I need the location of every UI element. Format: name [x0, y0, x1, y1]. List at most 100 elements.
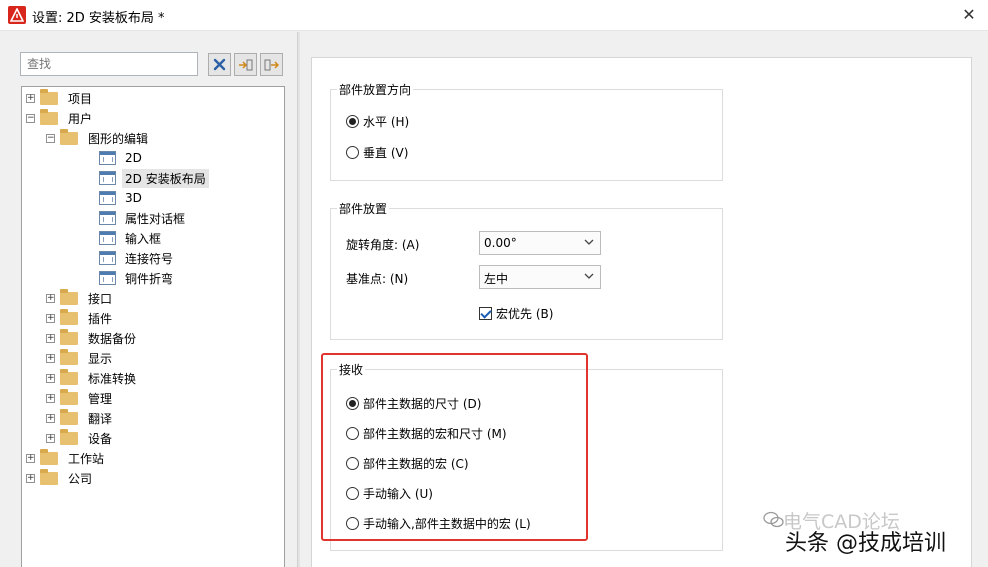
pane-splitter[interactable] — [297, 32, 300, 567]
tree-item[interactable]: + 管理 — [46, 388, 115, 408]
collapse-icon[interactable]: − — [46, 133, 55, 143]
tree-item-label: 输入框 — [125, 231, 162, 246]
rotation-value: 0.00° — [484, 236, 517, 250]
import-button[interactable] — [234, 53, 257, 76]
basepoint-label: 基准点: (N) — [346, 272, 409, 286]
folder-icon — [40, 448, 58, 465]
tree-item[interactable]: + 标准转换 — [46, 368, 139, 388]
folder-icon — [60, 128, 78, 145]
clear-filter-button[interactable] — [208, 53, 231, 76]
placement-group: 部件放置 旋转角度: (A) 0.00° 基准点: (N) 左中 宏优先 (B) — [330, 200, 723, 340]
collapse-icon[interactable]: − — [26, 113, 35, 123]
tree-item-label: 属性对话框 — [125, 211, 186, 226]
tree-item-label: 连接符号 — [125, 251, 174, 266]
macro-first-checkbox[interactable]: 宏优先 (B) — [479, 305, 553, 322]
search-input[interactable] — [20, 52, 198, 76]
settings-page-icon — [99, 211, 116, 225]
app-logo-icon — [8, 6, 26, 24]
tree-item[interactable]: + 工作站 — [26, 448, 107, 468]
expand-icon[interactable]: + — [46, 353, 55, 363]
expand-icon[interactable]: + — [46, 393, 55, 403]
tree-item-label: 3D — [125, 191, 142, 205]
tree-item[interactable]: + 翻译 — [46, 408, 115, 428]
chevron-down-icon — [584, 273, 594, 279]
tree-item[interactable]: − 图形的编辑 — [46, 128, 151, 148]
tree-item-label: 标准转换 — [88, 371, 137, 386]
expand-icon[interactable]: + — [46, 373, 55, 383]
tree-item-label: 2D — [125, 151, 142, 165]
orientation-group: 部件放置方向 水平 (H) 垂直 (V) — [330, 81, 723, 181]
tree-item-label: 插件 — [88, 311, 113, 326]
radio-button[interactable] — [346, 146, 359, 159]
tree-item[interactable]: + 显示 — [46, 348, 115, 368]
tree-item[interactable]: + 设备 — [46, 428, 115, 448]
watermark: 电气CAD论坛 头条 @技成培训 — [763, 501, 983, 559]
tree-item[interactable]: + 项目 — [26, 88, 95, 108]
wechat-logo-icon — [763, 511, 784, 528]
tree-item-label: 图形的编辑 — [88, 131, 149, 146]
radio-horizontal[interactable]: 水平 (H) — [346, 113, 409, 130]
tree-item[interactable]: + 公司 — [26, 468, 95, 488]
tree-item[interactable]: 3D — [99, 188, 145, 208]
rotation-select[interactable]: 0.00° — [479, 231, 601, 255]
tree-item-label: 用户 — [68, 111, 93, 126]
annotation-highlight-box — [321, 353, 588, 541]
expand-icon[interactable]: + — [46, 413, 55, 423]
import-icon — [239, 59, 253, 70]
folder-icon — [60, 368, 78, 385]
settings-page-icon — [99, 171, 116, 185]
folder-icon — [60, 388, 78, 405]
folder-icon — [60, 348, 78, 365]
tree-item[interactable]: 2D — [99, 148, 145, 168]
folder-icon — [60, 428, 78, 445]
tree-item[interactable]: 2D 安装板布局 — [99, 168, 209, 188]
tree-item-label: 公司 — [68, 471, 93, 486]
settings-page-icon — [99, 191, 116, 205]
tree-item[interactable]: + 插件 — [46, 308, 115, 328]
tree-item-label: 铜件折弯 — [125, 271, 174, 286]
clear-icon — [213, 58, 226, 71]
export-button[interactable] — [260, 53, 283, 76]
settings-page-icon — [99, 231, 116, 245]
export-icon — [264, 59, 279, 70]
tree-item[interactable]: + 数据备份 — [46, 328, 139, 348]
checkbox[interactable] — [479, 307, 492, 320]
radio-button[interactable] — [346, 115, 359, 128]
window-title: 设置: 2D 安装板布局 * — [32, 11, 165, 26]
tree-item[interactable]: 连接符号 — [99, 248, 176, 268]
tree-item[interactable]: 属性对话框 — [99, 208, 188, 228]
macro-first-label: 宏优先 (B) — [496, 307, 554, 321]
expand-icon[interactable]: + — [46, 433, 55, 443]
tree-item-label: 数据备份 — [88, 331, 137, 346]
folder-icon — [60, 328, 78, 345]
expand-icon[interactable]: + — [26, 473, 35, 483]
rotation-label: 旋转角度: (A) — [346, 238, 420, 252]
settings-page-icon — [99, 151, 116, 165]
orientation-group-title: 部件放置方向 — [337, 81, 414, 98]
settings-tree[interactable]: + 项目 − 用户 − 图形的编辑 2D 2D 安装板布局 3D 属性对话框输入框连接符号铜件折弯… — [21, 86, 285, 567]
tree-item[interactable]: 输入框 — [99, 228, 164, 248]
expand-icon[interactable]: + — [46, 333, 55, 343]
expand-icon[interactable]: + — [26, 453, 35, 463]
close-button[interactable]: ✕ — [958, 4, 980, 26]
expand-icon[interactable]: + — [26, 93, 35, 103]
expand-icon[interactable]: + — [46, 293, 55, 303]
radio-vertical-label: 垂直 (V) — [363, 146, 409, 160]
expand-icon[interactable]: + — [46, 313, 55, 323]
tree-item-label: 项目 — [68, 91, 93, 106]
folder-icon — [40, 108, 58, 125]
tree-item[interactable]: + 接口 — [46, 288, 115, 308]
folder-icon — [60, 308, 78, 325]
settings-page-icon — [99, 271, 116, 285]
chevron-down-icon — [584, 239, 594, 245]
tree-item[interactable]: − 用户 — [26, 108, 95, 128]
tree-item-label: 管理 — [88, 391, 113, 406]
basepoint-select[interactable]: 左中 — [479, 265, 601, 289]
radio-vertical[interactable]: 垂直 (V) — [346, 144, 408, 161]
basepoint-value: 左中 — [484, 272, 509, 286]
tree-item[interactable]: 铜件折弯 — [99, 268, 176, 288]
placement-group-title: 部件放置 — [337, 200, 390, 217]
folder-icon — [60, 408, 78, 425]
folder-icon — [40, 88, 58, 105]
tree-item-label: 显示 — [88, 351, 113, 366]
